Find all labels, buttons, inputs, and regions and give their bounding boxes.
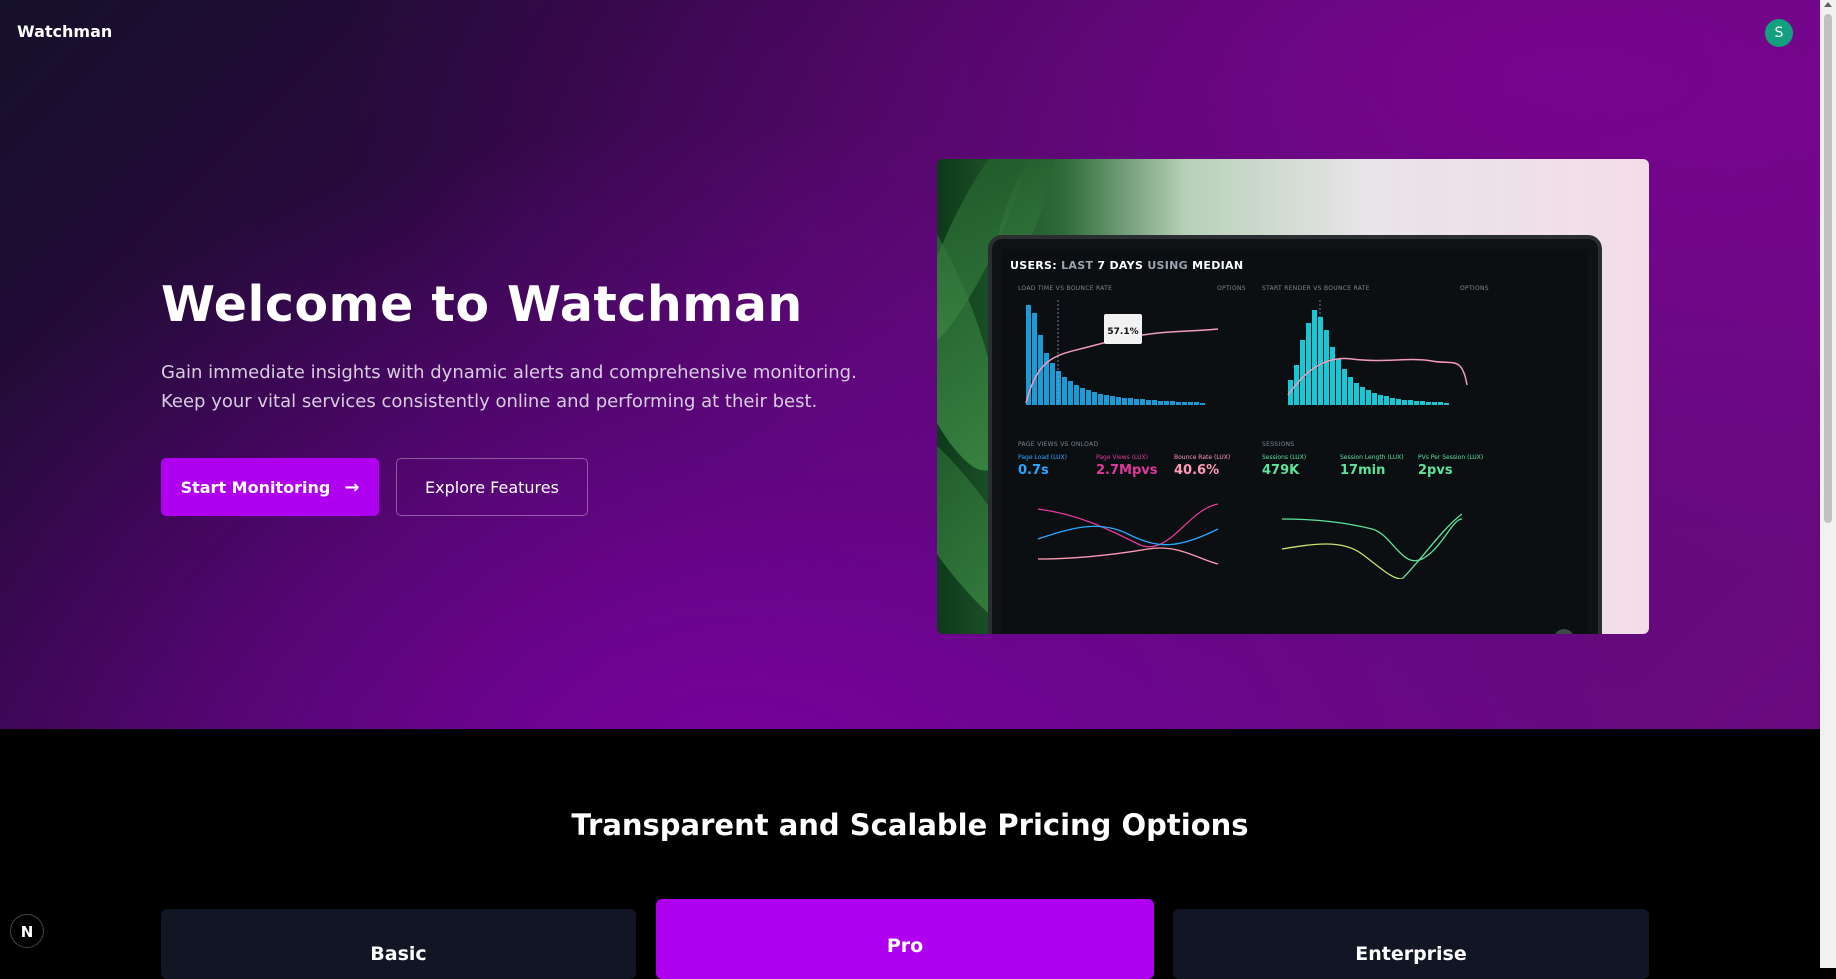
options-label: OPTIONS [1460, 285, 1489, 292]
page-scrollbar[interactable] [1820, 0, 1836, 968]
plan-name: Basic [370, 943, 427, 965]
panel-label: START RENDER VS BOUNCE RATE [1262, 285, 1370, 292]
kpi-label: PVs Per Session (LUX) [1418, 454, 1484, 461]
kpi-value: 2pvs [1418, 463, 1453, 478]
pricing-card-basic[interactable]: Basic [161, 909, 636, 979]
line-chart [1281, 513, 1463, 579]
kpi-value: 479K [1262, 463, 1300, 478]
plan-name: Enterprise [1355, 943, 1467, 965]
start-monitoring-button[interactable]: Start Monitoring → [161, 458, 379, 516]
user-avatar[interactable]: S [1765, 19, 1793, 47]
pricing-card-enterprise[interactable]: Enterprise [1173, 909, 1649, 979]
screen-title-last: LAST [1061, 259, 1094, 272]
dashboard-screen: USERS: LAST 7 DAYS USING MEDIAN LOAD TIM… [1002, 249, 1588, 634]
scrollbar-thumb[interactable] [1824, 14, 1832, 523]
pricing-title: Transparent and Scalable Pricing Options [571, 808, 1249, 842]
navbar: Watchman S [0, 0, 1820, 66]
screen-title-days: 7 DAYS [1097, 259, 1144, 272]
laptop-screen: USERS: LAST 7 DAYS USING MEDIAN LOAD TIM… [988, 235, 1602, 634]
screen-title: USERS: LAST 7 DAYS USING MEDIAN [1010, 259, 1243, 272]
dev-tools-badge[interactable]: N [10, 914, 44, 948]
screen-title-prefix: USERS: [1010, 259, 1057, 272]
panel-label: SESSIONS [1262, 441, 1295, 448]
kpi-value: 40.6% [1174, 463, 1220, 478]
plan-name: Pro [886, 935, 924, 957]
kpi-label: Page Load (LUX) [1018, 454, 1067, 461]
kpi-label: Sessions (LUX) [1262, 454, 1307, 461]
explore-features-button[interactable]: Explore Features [396, 458, 588, 516]
kpi-value: 0.7s [1018, 463, 1049, 478]
screen-title-median: MEDIAN [1192, 259, 1244, 272]
kpi-value: 2.7Mpvs [1096, 463, 1158, 478]
kpi-value: 17min [1340, 463, 1386, 478]
pricing-card-pro[interactable]: Pro [656, 899, 1154, 979]
histogram-chart [1287, 300, 1468, 405]
panel-label: PAGE VIEWS VS ONLOAD [1018, 441, 1099, 448]
histogram-chart [1025, 300, 1219, 405]
hero-section: Watchman S Welcome to Watchman Gain imme… [0, 0, 1820, 729]
brand-logo[interactable]: Watchman [17, 22, 112, 41]
screen-title-using: USING [1147, 259, 1188, 272]
chart-tooltip: 57.1% [1104, 314, 1142, 344]
panel-label: LOAD TIME VS BOUNCE RATE [1018, 285, 1113, 292]
kpi-label: Session Length (LUX) [1340, 454, 1404, 461]
scroll-up-arrow-icon[interactable] [1824, 2, 1832, 7]
hero-subtitle: Gain immediate insights with dynamic ale… [161, 362, 857, 412]
kpi-label: Page Views (LUX) [1096, 454, 1148, 461]
explore-features-label: Explore Features [425, 477, 559, 497]
dashboard-photo: USERS: LAST 7 DAYS USING MEDIAN LOAD TIM… [937, 159, 1649, 634]
line-chart [1037, 503, 1219, 565]
options-label: OPTIONS [1217, 285, 1246, 292]
start-monitoring-label: Start Monitoring [180, 477, 331, 497]
hero-title: Welcome to Watchman [161, 276, 803, 333]
chat-icon: ▤ [1554, 629, 1574, 634]
kpi-label: Bounce Rate (LUX) [1174, 454, 1231, 461]
arrow-right-icon: → [344, 476, 360, 498]
